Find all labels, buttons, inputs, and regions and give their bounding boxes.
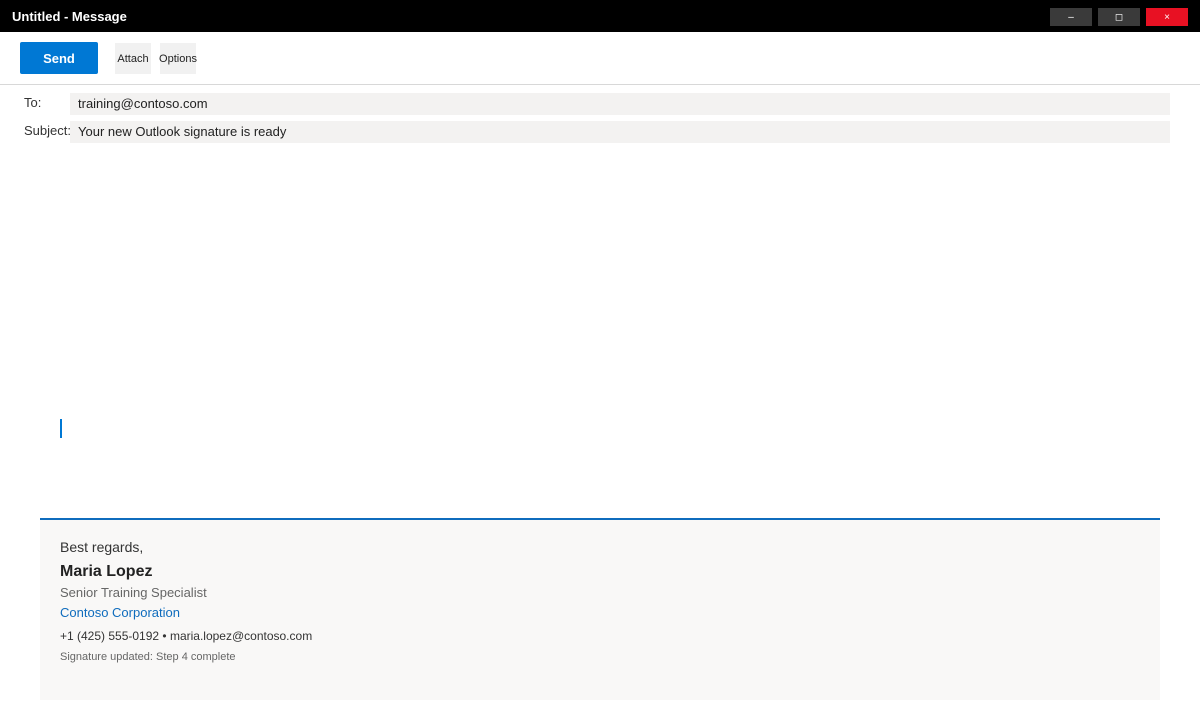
attach-button[interactable]: Attach (115, 43, 151, 74)
maximize-icon: ◻ (1114, 11, 1124, 23)
close-icon: × (1164, 11, 1170, 23)
signature-company-link[interactable]: Contoso Corporation (60, 605, 180, 620)
to-field[interactable]: training@contoso.com (70, 93, 1170, 115)
to-label: To: (24, 95, 42, 110)
minimize-icon: – (1068, 11, 1074, 23)
maximize-button[interactable]: ◻ (1098, 8, 1140, 26)
close-button[interactable]: × (1146, 8, 1188, 26)
subject-label: Subject: (24, 123, 71, 138)
message-body[interactable] (40, 150, 1160, 515)
signature-contact: +1 (425) 555-0192 • maria.lopez@contoso.… (60, 629, 313, 643)
signature-greeting: Best regards, (60, 539, 144, 555)
signature-block[interactable]: Best regards, Maria Lopez Senior Trainin… (40, 518, 1160, 700)
window-titlebar: Untitled - Message – ◻ × (0, 0, 1200, 32)
signature-status: Signature updated: Step 4 complete (60, 651, 236, 663)
options-button[interactable]: Options (159, 43, 197, 74)
text-cursor (60, 419, 62, 438)
window-title: Untitled - Message (12, 9, 127, 24)
signature-name: Maria Lopez (60, 563, 153, 580)
send-button[interactable]: Send (20, 42, 98, 74)
minimize-button[interactable]: – (1050, 8, 1092, 26)
message-toolbar: Send Attach Options (0, 32, 1200, 85)
signature-role: Senior Training Specialist (60, 585, 207, 600)
subject-field[interactable]: Your new Outlook signature is ready (70, 121, 1170, 143)
